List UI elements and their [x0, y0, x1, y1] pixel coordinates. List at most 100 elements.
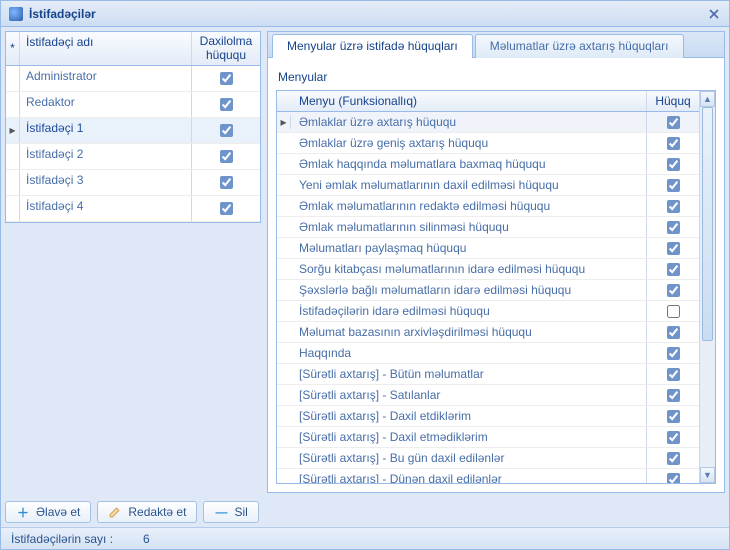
permission-checkbox[interactable]	[667, 116, 680, 129]
scroll-up-icon[interactable]: ▲	[700, 91, 715, 107]
user-row[interactable]: İstifadəçi 4	[6, 196, 260, 222]
permission-label-cell: [Sürətli axtarış] - Satılanlar	[291, 385, 647, 405]
user-name-cell: İstifadəçi 2	[20, 144, 192, 169]
app-icon	[9, 7, 23, 21]
permissions-scrollbar[interactable]: ▲ ▼	[699, 91, 715, 483]
permission-checkbox[interactable]	[667, 179, 680, 192]
permission-checkbox[interactable]	[667, 347, 680, 360]
permission-check-cell	[647, 449, 699, 468]
permission-label-cell: Şəxslərlə bağlı məlumatların idarə edilm…	[291, 280, 647, 300]
permission-check-cell	[647, 302, 699, 321]
user-name-cell: İstifadəçi 3	[20, 170, 192, 195]
status-count: 6	[143, 532, 150, 546]
window-title: İstifadəçilər	[29, 1, 96, 27]
permission-check-cell	[647, 218, 699, 237]
permissions-grid: Menyu (Funksionallıq) Hüquq ▸Əmlaklar üz…	[277, 91, 699, 483]
users-panel: * İstifadəçi adı Daxilolma hüququ Admini…	[5, 31, 261, 493]
permission-label-cell: Sorğu kitabçası məlumatlarının idarə edi…	[291, 259, 647, 279]
user-login-checkbox[interactable]	[220, 176, 233, 189]
permission-check-cell	[647, 155, 699, 174]
permission-label-cell: Əmlak haqqında məlumatlara baxmaq hüququ	[291, 154, 647, 174]
permission-row[interactable]: [Sürətli axtarış] - Daxil etdiklərim	[277, 406, 699, 427]
plus-icon: ＋	[16, 505, 30, 519]
user-row[interactable]: İstifadəçi 3	[6, 170, 260, 196]
permission-label-cell: Əmlaklar üzrə axtarış hüququ	[291, 112, 647, 132]
permission-row[interactable]: Sorğu kitabçası məlumatlarının idarə edi…	[277, 259, 699, 280]
permission-row[interactable]: Əmlak haqqında məlumatlara baxmaq hüququ	[277, 154, 699, 175]
users-col-login[interactable]: Daxilolma hüququ	[192, 32, 260, 65]
permission-checkbox[interactable]	[667, 452, 680, 465]
user-row[interactable]: ▸İstifadəçi 1	[6, 118, 260, 144]
permission-row[interactable]: Haqqında	[277, 343, 699, 364]
permission-label-cell: [Sürətli axtarış] - Dünən daxil edilənlə…	[291, 469, 647, 483]
titlebar[interactable]: İstifadəçilər	[1, 1, 729, 27]
permission-row[interactable]: ▸Əmlaklar üzrə axtarış hüququ	[277, 112, 699, 133]
scroll-thumb[interactable]	[702, 107, 713, 341]
permission-row[interactable]: Şəxslərlə bağlı məlumatların idarə edilm…	[277, 280, 699, 301]
permission-checkbox[interactable]	[667, 389, 680, 402]
permission-checkbox[interactable]	[667, 326, 680, 339]
permission-check-cell	[647, 134, 699, 153]
user-row[interactable]: Administrator	[6, 66, 260, 92]
user-login-checkbox[interactable]	[220, 98, 233, 111]
tab-menu-permissions[interactable]: Menyular üzrə istifadə hüquqları	[272, 34, 473, 58]
permission-row[interactable]: İstifadəçilərin idarə edilməsi hüququ	[277, 301, 699, 322]
permission-row[interactable]: Yeni əmlak məlumatlarının daxil edilməsi…	[277, 175, 699, 196]
permission-checkbox[interactable]	[667, 284, 680, 297]
permission-row[interactable]: Məlumatları paylaşmaq hüququ	[277, 238, 699, 259]
status-label: İstifadəçilərin sayı :	[11, 532, 113, 546]
permission-check-cell	[647, 386, 699, 405]
permission-row[interactable]: Əmlak məlumatlarının redaktə edilməsi hü…	[277, 196, 699, 217]
permission-checkbox[interactable]	[667, 137, 680, 150]
permission-checkbox[interactable]	[667, 368, 680, 381]
row-indicator-icon	[6, 66, 20, 91]
row-indicator-icon	[6, 144, 20, 169]
minus-icon: —	[214, 505, 228, 519]
permission-check-cell	[647, 281, 699, 300]
permission-checkbox[interactable]	[667, 473, 680, 484]
permission-row[interactable]: Əmlak məlumatlarının silinməsi hüququ	[277, 217, 699, 238]
permission-checkbox[interactable]	[667, 263, 680, 276]
users-col-name[interactable]: İstifadəçi adı	[20, 32, 192, 65]
row-indicator-icon: ▸	[277, 115, 291, 129]
permission-row[interactable]: Əmlaklar üzrə geniş axtarış hüququ	[277, 133, 699, 154]
add-button[interactable]: ＋ Əlavə et	[5, 501, 91, 523]
permission-label-cell: Əmlaklar üzrə geniş axtarış hüququ	[291, 133, 647, 153]
permission-checkbox[interactable]	[667, 242, 680, 255]
permission-checkbox[interactable]	[667, 221, 680, 234]
edit-button[interactable]: Redaktə et	[97, 501, 197, 523]
perm-col-menu[interactable]: Menyu (Funksionallıq)	[291, 91, 647, 111]
delete-button[interactable]: — Sil	[203, 501, 258, 523]
user-row[interactable]: Redaktor	[6, 92, 260, 118]
scroll-down-icon[interactable]: ▼	[700, 467, 715, 483]
status-bar: İstifadəçilərin sayı : 6	[1, 527, 729, 549]
user-login-checkbox[interactable]	[220, 202, 233, 215]
perm-col-perm[interactable]: Hüquq	[647, 94, 699, 108]
user-login-checkbox[interactable]	[220, 72, 233, 85]
permission-label-cell: Əmlak məlumatlarının redaktə edilməsi hü…	[291, 196, 647, 216]
permission-label-cell: İstifadəçilərin idarə edilməsi hüququ	[291, 301, 647, 321]
permission-label-cell: Haqqında	[291, 343, 647, 363]
permission-checkbox[interactable]	[667, 200, 680, 213]
close-icon[interactable]	[707, 7, 721, 21]
tab-data-search-permissions[interactable]: Məlumatlar üzrə axtarış hüquqları	[475, 34, 684, 58]
permission-row[interactable]: [Sürətli axtarış] - Bütün məlumatlar	[277, 364, 699, 385]
permission-row[interactable]: [Sürətli axtarış] - Satılanlar	[277, 385, 699, 406]
permission-checkbox[interactable]	[667, 431, 680, 444]
user-login-checkbox[interactable]	[220, 150, 233, 163]
user-login-checkbox[interactable]	[220, 124, 233, 137]
permissions-panel: Menyular üzrə istifadə hüquqları Məlumat…	[267, 31, 725, 493]
permission-checkbox[interactable]	[667, 410, 680, 423]
permission-row[interactable]: [Sürətli axtarış] - Bu gün daxil edilənl…	[277, 448, 699, 469]
permission-row[interactable]: [Sürətli axtarış] - Dünən daxil edilənlə…	[277, 469, 699, 483]
user-row[interactable]: İstifadəçi 2	[6, 144, 260, 170]
permission-label-cell: Yeni əmlak məlumatlarının daxil edilməsi…	[291, 175, 647, 195]
scroll-track[interactable]	[700, 107, 715, 467]
permission-row[interactable]: Məlumat bazasının arxivləşdirilməsi hüqu…	[277, 322, 699, 343]
user-login-cell	[192, 66, 260, 91]
edit-button-label: Redaktə et	[128, 505, 186, 519]
permission-check-cell	[647, 344, 699, 363]
permission-row[interactable]: [Sürətli axtarış] - Daxil etmədiklərim	[277, 427, 699, 448]
permission-checkbox[interactable]	[667, 305, 680, 318]
permission-checkbox[interactable]	[667, 158, 680, 171]
